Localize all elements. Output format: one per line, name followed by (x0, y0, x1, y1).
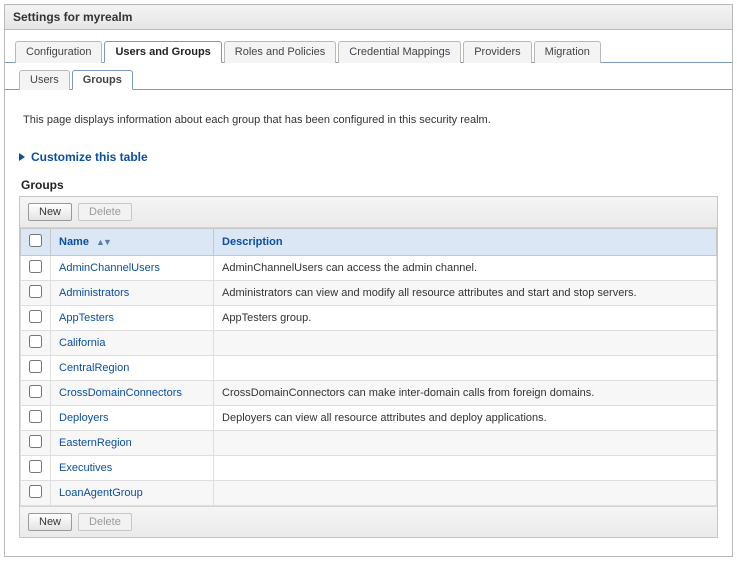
customize-table-link[interactable]: Customize this table (19, 150, 148, 164)
column-header-description-label: Description (222, 236, 283, 248)
row-name-cell: AppTesters (51, 306, 214, 331)
group-link[interactable]: CrossDomainConnectors (59, 387, 182, 399)
row-name-cell: California (51, 331, 214, 356)
settings-panel: Settings for myrealm ConfigurationUsers … (4, 4, 733, 557)
row-description-cell (214, 481, 717, 506)
row-select-checkbox[interactable] (29, 285, 42, 298)
new-button[interactable]: New (28, 203, 72, 221)
groups-table: Name ▲▼ Description AdminChannelUsersAdm… (20, 228, 717, 506)
row-description-cell: CrossDomainConnectors can make inter-dom… (214, 381, 717, 406)
select-all-header (21, 229, 51, 256)
subtab-groups[interactable]: Groups (72, 70, 133, 90)
delete-button-bottom[interactable]: Delete (78, 513, 132, 531)
subtab-users[interactable]: Users (19, 70, 70, 90)
delete-button[interactable]: Delete (78, 203, 132, 221)
tab-providers[interactable]: Providers (463, 41, 531, 63)
content-area: This page displays information about eac… (5, 90, 732, 556)
column-header-name-label: Name (59, 236, 89, 248)
table-row: California (21, 331, 717, 356)
table-toolbar-bottom: New Delete (20, 506, 717, 537)
row-select-cell (21, 256, 51, 281)
group-link[interactable]: AppTesters (59, 312, 114, 324)
row-description-cell: Administrators can view and modify all r… (214, 281, 717, 306)
primary-tabs: ConfigurationUsers and GroupsRoles and P… (5, 30, 732, 63)
sort-icon: ▲▼ (96, 237, 110, 247)
group-link[interactable]: Executives (59, 462, 112, 474)
row-select-cell (21, 381, 51, 406)
row-name-cell: EasternRegion (51, 431, 214, 456)
tab-configuration[interactable]: Configuration (15, 41, 102, 63)
row-select-cell (21, 331, 51, 356)
group-link[interactable]: Administrators (59, 287, 129, 299)
row-select-cell (21, 356, 51, 381)
secondary-tabs: UsersGroups (5, 63, 732, 90)
select-all-checkbox[interactable] (29, 234, 42, 247)
group-link[interactable]: EasternRegion (59, 437, 132, 449)
expand-icon (19, 153, 25, 161)
table-row: Administrators Administrators can view an… (21, 281, 717, 306)
row-description-cell: AppTesters group. (214, 306, 717, 331)
row-description-cell (214, 431, 717, 456)
row-select-checkbox[interactable] (29, 260, 42, 273)
table-row: AdminChannelUsers AdminChannelUsers can a… (21, 256, 717, 281)
row-select-checkbox[interactable] (29, 310, 42, 323)
table-title: Groups (21, 178, 718, 192)
row-description-cell (214, 356, 717, 381)
group-link[interactable]: LoanAgentGroup (59, 487, 143, 499)
table-row: Deployers Deployers can view all resource… (21, 406, 717, 431)
row-select-checkbox[interactable] (29, 435, 42, 448)
row-select-cell (21, 306, 51, 331)
table-row: AppTesters AppTesters group. (21, 306, 717, 331)
tab-roles-and-policies[interactable]: Roles and Policies (224, 41, 337, 63)
tab-migration[interactable]: Migration (534, 41, 601, 63)
row-select-cell (21, 456, 51, 481)
row-name-cell: CentralRegion (51, 356, 214, 381)
row-select-checkbox[interactable] (29, 360, 42, 373)
row-select-cell (21, 481, 51, 506)
row-select-checkbox[interactable] (29, 335, 42, 348)
row-select-checkbox[interactable] (29, 385, 42, 398)
table-row: EasternRegion (21, 431, 717, 456)
customize-label: Customize this table (31, 150, 148, 164)
column-header-name[interactable]: Name ▲▼ (51, 229, 214, 256)
panel-title: Settings for myrealm (5, 5, 732, 30)
group-link[interactable]: AdminChannelUsers (59, 262, 160, 274)
row-select-cell (21, 406, 51, 431)
row-name-cell: Deployers (51, 406, 214, 431)
row-select-checkbox[interactable] (29, 410, 42, 423)
row-name-cell: CrossDomainConnectors (51, 381, 214, 406)
row-description-cell (214, 331, 717, 356)
row-description-cell: Deployers can view all resource attribut… (214, 406, 717, 431)
tab-users-and-groups[interactable]: Users and Groups (104, 41, 221, 63)
page-description: This page displays information about eac… (23, 114, 714, 126)
group-link[interactable]: California (59, 337, 105, 349)
table-row: CrossDomainConnectors CrossDomainConnecto… (21, 381, 717, 406)
group-link[interactable]: CentralRegion (59, 362, 129, 374)
group-link[interactable]: Deployers (59, 412, 109, 424)
table-toolbar-top: New Delete (20, 197, 717, 228)
row-description-cell (214, 456, 717, 481)
row-name-cell: Executives (51, 456, 214, 481)
row-select-cell (21, 431, 51, 456)
row-select-checkbox[interactable] (29, 460, 42, 473)
groups-table-frame: New Delete Name ▲▼ Description (19, 196, 718, 538)
row-name-cell: Administrators (51, 281, 214, 306)
new-button-bottom[interactable]: New (28, 513, 72, 531)
tab-credential-mappings[interactable]: Credential Mappings (338, 41, 461, 63)
table-row: Executives (21, 456, 717, 481)
column-header-description[interactable]: Description (214, 229, 717, 256)
row-description-cell: AdminChannelUsers can access the admin c… (214, 256, 717, 281)
row-name-cell: AdminChannelUsers (51, 256, 214, 281)
row-select-cell (21, 281, 51, 306)
row-name-cell: LoanAgentGroup (51, 481, 214, 506)
table-row: CentralRegion (21, 356, 717, 381)
row-select-checkbox[interactable] (29, 485, 42, 498)
table-row: LoanAgentGroup (21, 481, 717, 506)
